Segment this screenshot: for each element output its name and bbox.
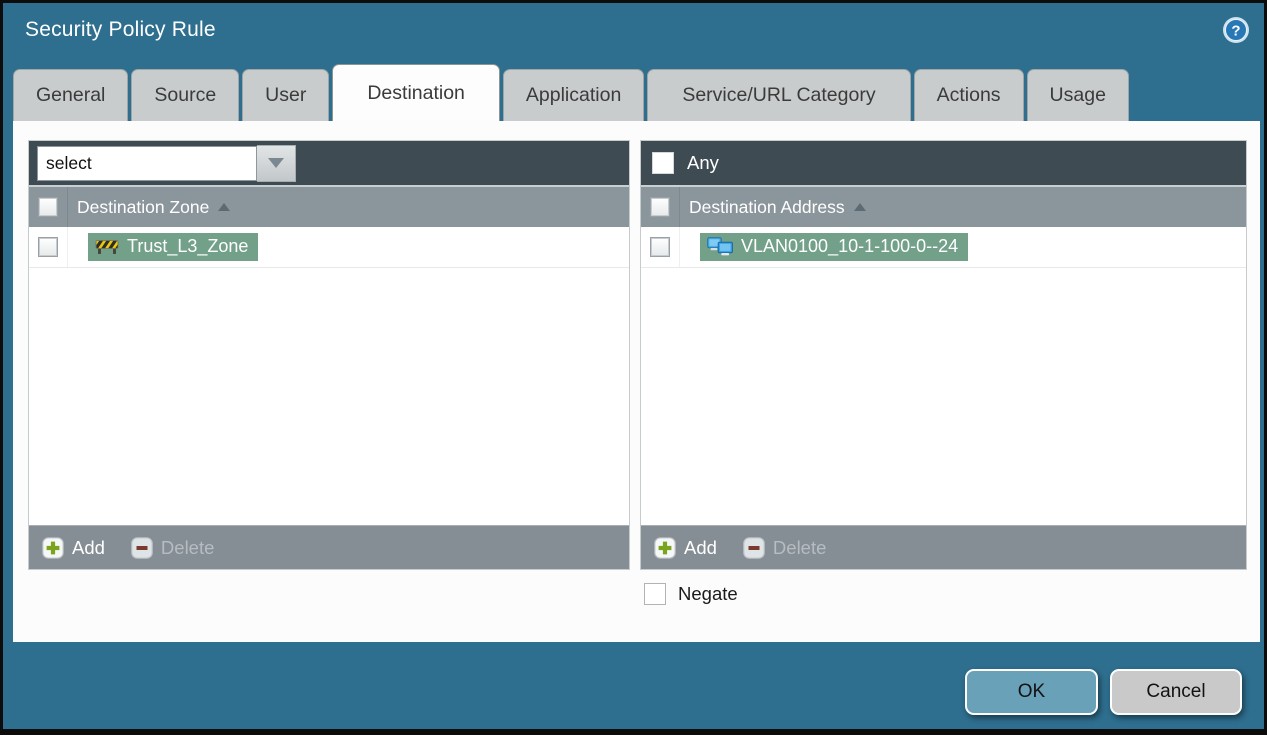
dialog-title: Security Policy Rule — [25, 18, 216, 41]
destination-address-panel: Any Destination Address VLAN0100_10-1-10… — [640, 140, 1247, 570]
address-column-header-row: Destination Address — [641, 185, 1246, 227]
minus-icon — [131, 536, 153, 559]
add-label: Add — [684, 536, 717, 558]
zone-list-item: Trust_L3_Zone — [29, 227, 629, 268]
address-item-label: VLAN0100_10-1-100-0--24 — [741, 236, 959, 256]
zone-item-label: Trust_L3_Zone — [127, 236, 249, 256]
plus-icon — [654, 536, 676, 559]
delete-label: Delete — [160, 536, 215, 558]
zone-panel-footer: Add Delete — [29, 525, 629, 569]
zone-delete-button[interactable]: Delete — [131, 537, 214, 559]
tab-application[interactable]: Application — [502, 69, 645, 121]
ok-button[interactable]: OK — [965, 669, 1098, 715]
row-checkbox-cell — [641, 227, 680, 267]
header-checkbox-cell — [29, 187, 68, 227]
tab-service-url-category[interactable]: Service/URL Category — [647, 69, 911, 121]
zone-select-input[interactable] — [37, 145, 257, 181]
chevron-down-icon — [268, 158, 284, 168]
tab-label: Application — [525, 84, 622, 106]
sort-asc-icon — [853, 203, 866, 211]
address-add-button[interactable]: Add — [654, 537, 717, 559]
tab-destination[interactable]: Destination — [332, 64, 500, 121]
zone-select-combo — [37, 144, 296, 182]
negate-option: Negate — [644, 583, 738, 605]
cancel-button[interactable]: Cancel — [1110, 669, 1242, 715]
tab-actions[interactable]: Actions — [913, 69, 1024, 121]
tab-source[interactable]: Source — [131, 69, 240, 121]
svg-text:?: ? — [1231, 23, 1240, 40]
column-header-label: Destination Zone — [77, 196, 210, 217]
any-checkbox[interactable] — [652, 152, 674, 174]
zone-barrier-icon — [95, 240, 119, 254]
address-item-vlan0100[interactable]: VLAN0100_10-1-100-0--24 — [700, 233, 969, 261]
tab-label: Source — [154, 84, 217, 106]
address-panel-footer: Add Delete — [641, 525, 1246, 569]
tab-label: User — [265, 84, 307, 106]
negate-checkbox[interactable] — [644, 583, 666, 605]
zone-select-dropdown-button[interactable] — [257, 144, 296, 182]
zone-select-bar — [29, 141, 629, 185]
destination-zone-panel: Destination Zone — [28, 140, 630, 570]
zone-add-button[interactable]: Add — [42, 537, 105, 559]
address-row-checkbox[interactable] — [650, 237, 670, 257]
zone-row-checkbox[interactable] — [38, 237, 58, 257]
minus-icon — [743, 536, 765, 559]
zone-item-trust-l3-zone[interactable]: Trust_L3_Zone — [88, 233, 259, 261]
negate-label: Negate — [678, 583, 738, 604]
zone-list: Trust_L3_Zone — [29, 227, 629, 525]
tab-label: Destination — [367, 81, 465, 104]
address-column-header[interactable]: Destination Address — [680, 187, 866, 227]
address-any-bar: Any — [641, 141, 1246, 185]
tab-label: Service/URL Category — [682, 84, 876, 106]
plus-icon — [42, 536, 64, 559]
network-hosts-icon — [707, 236, 733, 255]
add-label: Add — [72, 536, 105, 558]
tab-label: Usage — [1049, 84, 1106, 106]
tab-usage[interactable]: Usage — [1026, 69, 1129, 121]
zone-column-header[interactable]: Destination Zone — [68, 187, 231, 227]
address-select-all-checkbox[interactable] — [650, 197, 670, 217]
destination-tab-content: Destination Zone — [13, 121, 1260, 642]
security-policy-rule-dialog: Security Policy Rule ? General Source Us… — [0, 0, 1267, 735]
tab-bar: General Source User Destination Applicat… — [13, 64, 1129, 121]
tab-label: Actions — [936, 84, 1001, 106]
any-label: Any — [687, 152, 719, 173]
tab-general[interactable]: General — [13, 69, 129, 121]
delete-label: Delete — [772, 536, 827, 558]
row-checkbox-cell — [29, 227, 68, 267]
tab-label: General — [36, 84, 106, 106]
help-icon[interactable]: ? — [1221, 15, 1251, 45]
header-checkbox-cell — [641, 187, 680, 227]
column-header-label: Destination Address — [689, 196, 845, 217]
tab-user[interactable]: User — [242, 69, 330, 121]
sort-asc-icon — [218, 203, 231, 211]
address-list-item: VLAN0100_10-1-100-0--24 — [641, 227, 1246, 268]
address-delete-button[interactable]: Delete — [743, 537, 826, 559]
zone-select-all-checkbox[interactable] — [38, 197, 58, 217]
zone-column-header-row: Destination Zone — [29, 185, 629, 227]
address-list: VLAN0100_10-1-100-0--24 — [641, 227, 1246, 525]
